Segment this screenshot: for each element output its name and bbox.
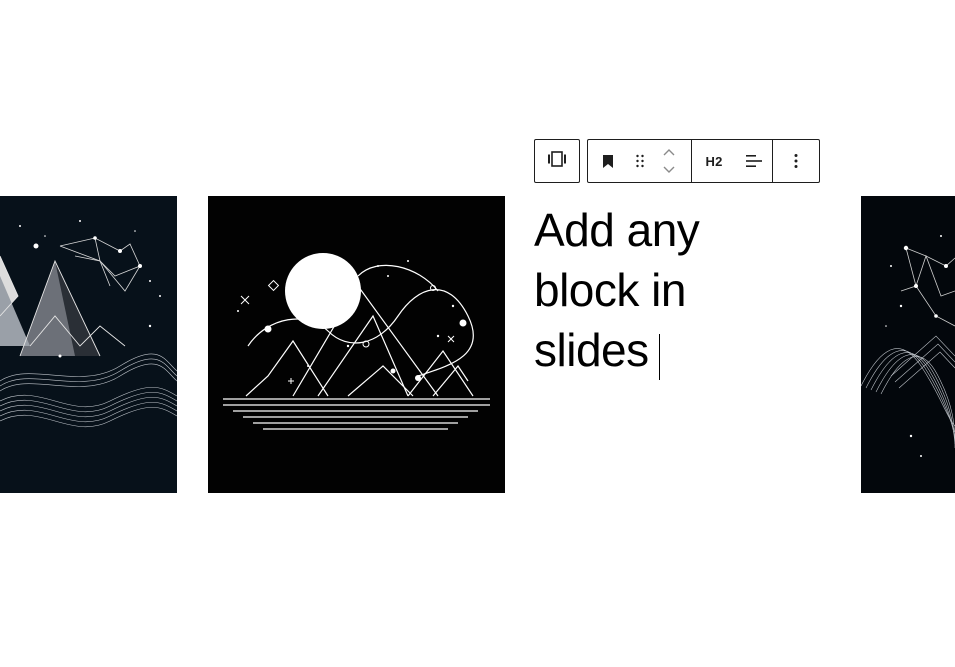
abstract-mountains-constellation-image: [0, 220, 177, 427]
align-left-icon: [745, 153, 763, 169]
bookmark-icon: [602, 154, 614, 169]
heading-level-label: H2: [705, 153, 723, 169]
move-up-button[interactable]: [657, 143, 681, 161]
heading-line: block in: [534, 264, 686, 316]
heading-level-button[interactable]: H2: [692, 140, 736, 182]
mountains-moon-line-art-image: [223, 253, 490, 430]
move-down-button[interactable]: [657, 161, 681, 179]
drag-handle-icon: [635, 154, 645, 168]
heading-line: Add any: [534, 204, 700, 256]
chevron-down-icon: [663, 166, 675, 174]
slide-heading[interactable]: Add any block in slides: [534, 200, 854, 380]
align-text-button[interactable]: [736, 140, 772, 182]
more-vertical-icon: [794, 153, 798, 169]
text-caret: [658, 334, 661, 380]
carousel-icon: [547, 150, 567, 172]
block-type-button[interactable]: [588, 140, 628, 182]
heading-line-text: slides: [534, 324, 649, 376]
slide-image-left[interactable]: [0, 196, 177, 493]
more-options-button[interactable]: [773, 140, 819, 182]
drag-handle[interactable]: [628, 140, 652, 182]
abstract-wave-constellation-image: [861, 235, 955, 457]
heading-line-last: slides: [534, 320, 854, 380]
block-toolbar: H2: [587, 139, 820, 183]
slide-image-center[interactable]: [208, 196, 505, 493]
slide-image-right[interactable]: [861, 196, 955, 493]
chevron-up-icon: [663, 148, 675, 156]
select-parent-carousel-button[interactable]: [534, 139, 580, 183]
